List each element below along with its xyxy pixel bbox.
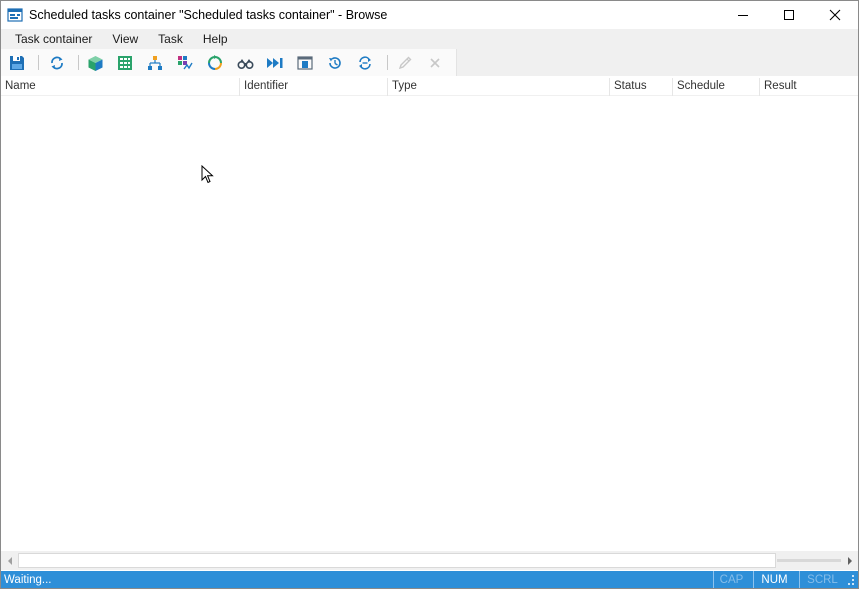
maximize-button[interactable] xyxy=(766,1,812,29)
horizontal-scrollbar[interactable] xyxy=(1,551,858,570)
scheduled-tasks-app-icon xyxy=(7,7,23,23)
close-icon xyxy=(829,9,841,21)
minimize-button[interactable] xyxy=(720,1,766,29)
minimize-icon xyxy=(738,15,748,16)
chart-icon xyxy=(178,56,193,70)
mouse-cursor-icon xyxy=(201,165,214,184)
column-header-name[interactable]: Name xyxy=(1,78,240,96)
scrl-indicator: SCRL xyxy=(799,571,845,588)
column-header-result[interactable]: Result xyxy=(760,78,858,96)
cube-icon xyxy=(88,55,102,71)
save-button[interactable] xyxy=(7,53,27,73)
toolbar-separator xyxy=(78,55,79,70)
sync-icon xyxy=(359,56,371,70)
menu-bar: Task container View Task Help xyxy=(1,29,858,49)
edit-button[interactable] xyxy=(395,53,415,73)
chevron-left-icon xyxy=(7,556,12,565)
history-icon xyxy=(329,57,341,69)
browse-window: Scheduled tasks container "Scheduled tas… xyxy=(0,0,859,589)
resize-grip-icon[interactable] xyxy=(846,573,856,587)
window-title: Scheduled tasks container "Scheduled tas… xyxy=(29,8,388,22)
binoculars-button[interactable] xyxy=(235,53,255,73)
history-button[interactable] xyxy=(325,53,345,73)
chevron-right-icon xyxy=(847,556,852,565)
toolbar xyxy=(1,49,858,76)
save-icon xyxy=(10,56,24,70)
column-header-status[interactable]: Status xyxy=(610,78,673,96)
table-icon xyxy=(118,56,132,70)
column-header-identifier[interactable]: Identifier xyxy=(240,78,388,96)
status-text: Waiting... xyxy=(4,574,52,586)
column-header-schedule[interactable]: Schedule xyxy=(673,78,760,96)
toolbar-separator xyxy=(38,55,39,70)
sync-button[interactable] xyxy=(355,53,375,73)
menu-task[interactable]: Task xyxy=(148,29,193,49)
status-bar: Waiting... CAP NUM SCRL xyxy=(1,571,858,588)
toolbar-separator xyxy=(387,55,388,70)
table-button[interactable] xyxy=(115,53,135,73)
maximize-icon xyxy=(784,10,794,20)
chart-button[interactable] xyxy=(175,53,195,73)
window-controls xyxy=(720,1,858,29)
refresh-icon xyxy=(51,56,63,70)
cycle-button[interactable] xyxy=(205,53,225,73)
hierarchy-button[interactable] xyxy=(145,53,165,73)
run-icon xyxy=(267,58,283,68)
hierarchy-icon xyxy=(148,56,162,70)
delete-button[interactable] xyxy=(425,53,445,73)
scroll-right-button[interactable] xyxy=(841,551,858,570)
toolbar-strip xyxy=(1,49,457,76)
list-header: Name Identifier Type Status Schedule Res… xyxy=(1,78,858,96)
menu-task-container[interactable]: Task container xyxy=(1,29,102,49)
scroll-thumb[interactable] xyxy=(18,553,776,568)
close-button[interactable] xyxy=(812,1,858,29)
num-indicator: NUM xyxy=(753,571,795,588)
cap-indicator: CAP xyxy=(713,571,749,588)
delete-icon xyxy=(430,58,440,68)
edit-icon xyxy=(398,56,412,70)
panel-button[interactable] xyxy=(295,53,315,73)
cube-button[interactable] xyxy=(85,53,105,73)
run-button[interactable] xyxy=(265,53,285,73)
cycle-icon xyxy=(208,55,222,70)
binoculars-icon xyxy=(236,59,254,70)
title-bar[interactable]: Scheduled tasks container "Scheduled tas… xyxy=(1,1,858,29)
panel-icon xyxy=(297,56,313,70)
scroll-left-button[interactable] xyxy=(1,551,18,570)
menu-help[interactable]: Help xyxy=(193,29,238,49)
menu-view[interactable]: View xyxy=(102,29,148,49)
refresh-button[interactable] xyxy=(47,53,67,73)
column-header-type[interactable]: Type xyxy=(388,78,610,96)
scroll-track xyxy=(777,559,841,562)
task-list[interactable] xyxy=(1,96,858,551)
